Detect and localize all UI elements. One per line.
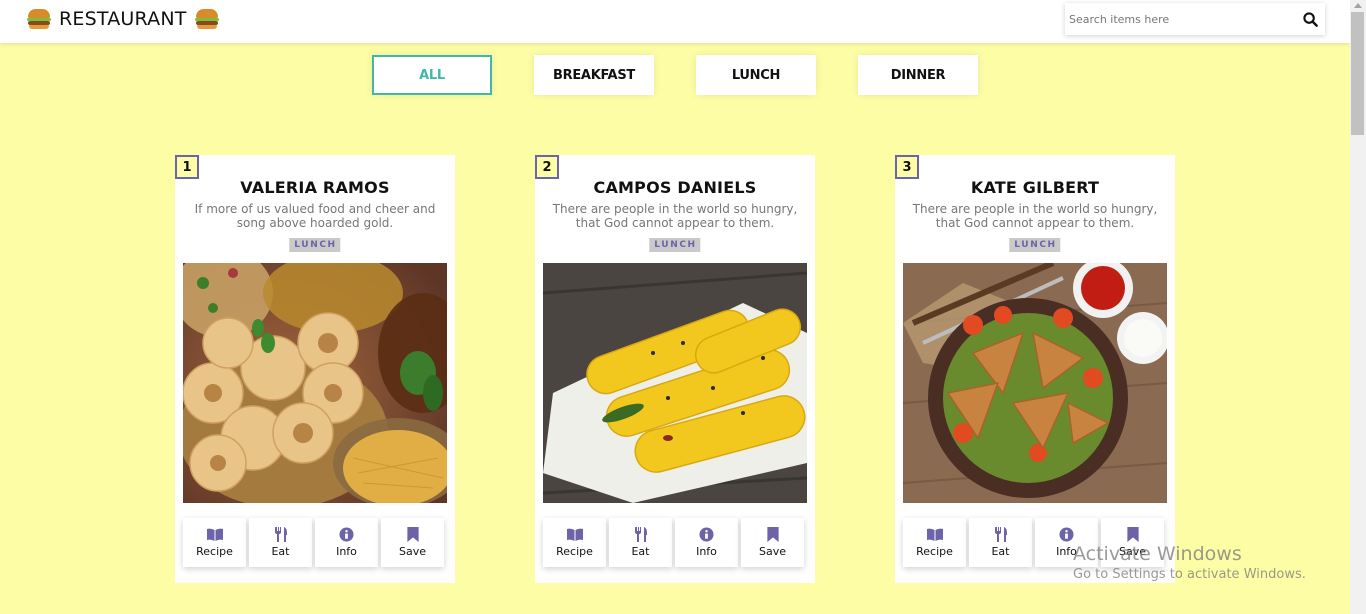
save-button[interactable]: Save bbox=[741, 518, 804, 567]
card-description: There are people in the world so hungry,… bbox=[912, 202, 1158, 230]
activate-windows-watermark: Activate Windows Go to Settings to activ… bbox=[1073, 543, 1306, 582]
menu-card: 1 VALERIA RAMOS If more of us valued foo… bbox=[175, 155, 455, 583]
book-open-icon bbox=[926, 528, 943, 541]
info-button[interactable]: Info bbox=[675, 518, 738, 567]
info-circle-icon bbox=[339, 527, 354, 542]
card-title: CAMPOS DANIELS bbox=[593, 178, 757, 197]
utensils-icon bbox=[274, 527, 287, 542]
utensils-icon bbox=[634, 527, 647, 542]
samosa-image bbox=[903, 263, 1167, 503]
eat-button[interactable]: Eat bbox=[609, 518, 672, 567]
menu-card: 3 KATE GILBERT There are people in the w… bbox=[895, 155, 1175, 583]
book-open-icon bbox=[566, 528, 583, 541]
info-circle-icon bbox=[699, 527, 714, 542]
card-actions: Recipe Eat Info Save bbox=[543, 518, 804, 567]
action-label: Info bbox=[336, 545, 357, 558]
bookmark-icon bbox=[406, 527, 419, 542]
info-circle-icon bbox=[1059, 527, 1074, 542]
card-tag: LUNCH bbox=[289, 238, 341, 252]
book-open-icon bbox=[206, 528, 223, 541]
action-label: Recipe bbox=[196, 544, 233, 558]
card-number: 2 bbox=[535, 155, 559, 179]
card-title: VALERIA RAMOS bbox=[240, 178, 390, 197]
search-button[interactable] bbox=[1295, 3, 1325, 35]
bookmark-icon bbox=[766, 527, 779, 542]
search-box bbox=[1065, 3, 1325, 35]
card-title: KATE GILBERT bbox=[970, 178, 1100, 197]
action-label: Save bbox=[758, 545, 786, 558]
search-input[interactable] bbox=[1065, 3, 1295, 35]
recipe-button[interactable]: Recipe bbox=[183, 518, 246, 567]
page-scrollbar[interactable] bbox=[1350, 0, 1366, 614]
action-label: Eat bbox=[271, 545, 290, 558]
watermark-title: Activate Windows bbox=[1073, 543, 1242, 565]
eat-button[interactable]: Eat bbox=[249, 518, 312, 567]
hamburger-icon bbox=[194, 8, 219, 30]
scrollbar-thumb[interactable] bbox=[1351, 12, 1364, 135]
khandvi-image bbox=[543, 263, 807, 503]
eat-button[interactable]: Eat bbox=[969, 518, 1032, 567]
bookmark-icon bbox=[1126, 527, 1139, 542]
filter-breakfast-button[interactable]: BREAKFAST bbox=[534, 55, 654, 95]
action-label: Eat bbox=[631, 545, 650, 558]
brand-name: RESTAURANT bbox=[59, 8, 187, 30]
card-description: If more of us valued food and cheer and … bbox=[194, 202, 436, 230]
action-label: Info bbox=[696, 545, 717, 558]
brand-logo[interactable]: RESTAURANT bbox=[27, 8, 219, 30]
card-description: There are people in the world so hungry,… bbox=[552, 202, 798, 230]
utensils-icon bbox=[994, 527, 1007, 542]
scroll-up-arrow-icon[interactable] bbox=[1354, 3, 1362, 8]
category-filters: ALL BREAKFAST LUNCH DINNER bbox=[372, 55, 978, 95]
card-tag: LUNCH bbox=[1009, 238, 1061, 252]
filter-lunch-button[interactable]: LUNCH bbox=[696, 55, 816, 95]
action-label: Recipe bbox=[916, 544, 953, 558]
menu-card: 2 CAMPOS DANIELS There are people in the… bbox=[535, 155, 815, 583]
card-actions: Recipe Eat Info Save bbox=[183, 518, 444, 567]
pani-puri-image bbox=[183, 263, 447, 503]
card-tag: LUNCH bbox=[649, 238, 701, 252]
info-button[interactable]: Info bbox=[315, 518, 378, 567]
navbar: RESTAURANT bbox=[0, 0, 1350, 43]
action-label: Save bbox=[398, 545, 426, 558]
action-label: Eat bbox=[991, 545, 1010, 558]
recipe-button[interactable]: Recipe bbox=[903, 518, 966, 567]
watermark-subtitle: Go to Settings to activate Windows. bbox=[1073, 567, 1306, 582]
filter-dinner-button[interactable]: DINNER bbox=[858, 55, 978, 95]
card-number: 3 bbox=[895, 155, 919, 179]
save-button[interactable]: Save bbox=[381, 518, 444, 567]
recipe-button[interactable]: Recipe bbox=[543, 518, 606, 567]
filter-all-button[interactable]: ALL bbox=[372, 55, 492, 95]
card-number: 1 bbox=[175, 155, 199, 179]
hamburger-icon bbox=[27, 8, 51, 30]
action-label: Recipe bbox=[556, 544, 593, 558]
search-icon bbox=[1302, 11, 1318, 27]
